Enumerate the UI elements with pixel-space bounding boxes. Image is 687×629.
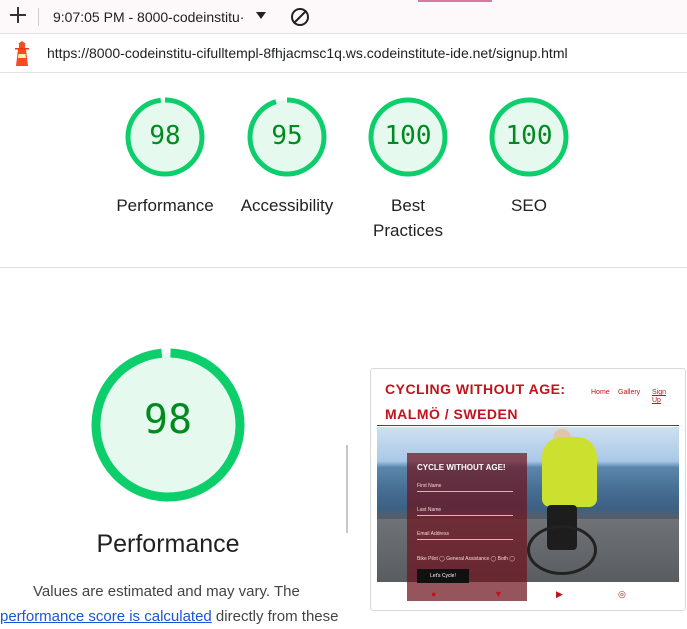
devtools-toolbar: 9:07:05 PM - 8000-codeinstitu· <box>0 0 687 34</box>
score-label: SEO <box>511 196 547 215</box>
score-value: 98 <box>149 121 181 151</box>
header-rule <box>377 425 679 426</box>
score-value: 100 <box>384 121 432 151</box>
role-radios: Bike Pilot ◯ General Assistance ◯ Both ◯ <box>417 556 515 562</box>
gauge-best-practices[interactable]: 100 Best Practices <box>353 95 463 243</box>
report-selector[interactable]: 9:07:05 PM - 8000-codeinstitu· <box>53 9 244 25</box>
lighthouse-icon <box>15 41 29 66</box>
instagram-icon: ◎ <box>618 589 626 599</box>
nav-home: Home <box>591 389 610 396</box>
report-url-bar: https://8000-codeinstitu-cifulltempl-8fh… <box>0 35 687 73</box>
final-screenshot[interactable]: CYCLING WITHOUT AGE: MALMÖ / SWEDEN Home… <box>370 368 686 611</box>
category-scores: 98 Performance 95 Accessibility 100 Best… <box>0 95 687 245</box>
gauge-accessibility[interactable]: 95 Accessibility <box>232 95 342 218</box>
score-label-text: Best Practices <box>373 196 443 240</box>
twitter-icon: ▼ <box>494 589 503 599</box>
performance-gauge-large: 98 <box>88 345 248 505</box>
score-calculator-link[interactable]: performance score is calculated <box>0 608 212 625</box>
gauge-performance[interactable]: 98 Performance <box>110 95 220 218</box>
note-line-2: performance score is calculated directly… <box>0 605 338 629</box>
photo-bike-wheel <box>527 525 597 575</box>
toolbar-divider <box>38 8 39 26</box>
gauge-seo[interactable]: 100 SEO <box>474 95 584 218</box>
score-label: Best Practices <box>353 193 463 243</box>
signup-form-thumbnail: CYCLE WITHOUT AGE! First Name Last Name … <box>407 453 527 601</box>
nav-signup-line-1: Sign <box>652 389 667 396</box>
score-label: Performance <box>116 196 214 215</box>
nav-signup-line-2: Up <box>652 397 661 404</box>
score-value: 100 <box>505 121 553 151</box>
site-title-line-2: MALMÖ / SWEDEN <box>385 406 518 422</box>
last-name-field: Last Name <box>417 507 513 516</box>
performance-score-value: 98 <box>143 397 193 443</box>
form-title: CYCLE WITHOUT AGE! <box>417 463 506 472</box>
nav-gallery: Gallery <box>618 389 641 396</box>
submit-button: Let's Cycle! <box>417 569 469 583</box>
score-value: 95 <box>271 121 303 151</box>
first-name-field: First Name <box>417 483 513 492</box>
active-tab-indicator <box>418 0 492 2</box>
report-url: https://8000-codeinstitu-cifulltempl-8fh… <box>47 45 568 61</box>
photo-cyclist <box>542 437 597 507</box>
scroll-divider <box>346 445 348 533</box>
youtube-icon: ▶ <box>556 589 563 599</box>
section-divider <box>0 267 687 268</box>
score-label: Accessibility <box>240 196 334 215</box>
site-title-line-1: CYCLING WITHOUT AGE: <box>385 381 566 397</box>
plus-icon[interactable] <box>9 6 27 24</box>
facebook-icon: ● <box>431 589 437 599</box>
no-entry-icon[interactable] <box>291 8 309 26</box>
note-line-1: Values are estimated and may vary. The <box>33 583 300 600</box>
email-field: Email Address <box>417 531 513 540</box>
note-line-2-tail: directly from these <box>211 608 339 625</box>
caret-down-icon[interactable] <box>256 12 266 19</box>
performance-title: Performance <box>96 530 240 558</box>
social-footer: ● ▼ ▶ ◎ <box>371 589 685 605</box>
